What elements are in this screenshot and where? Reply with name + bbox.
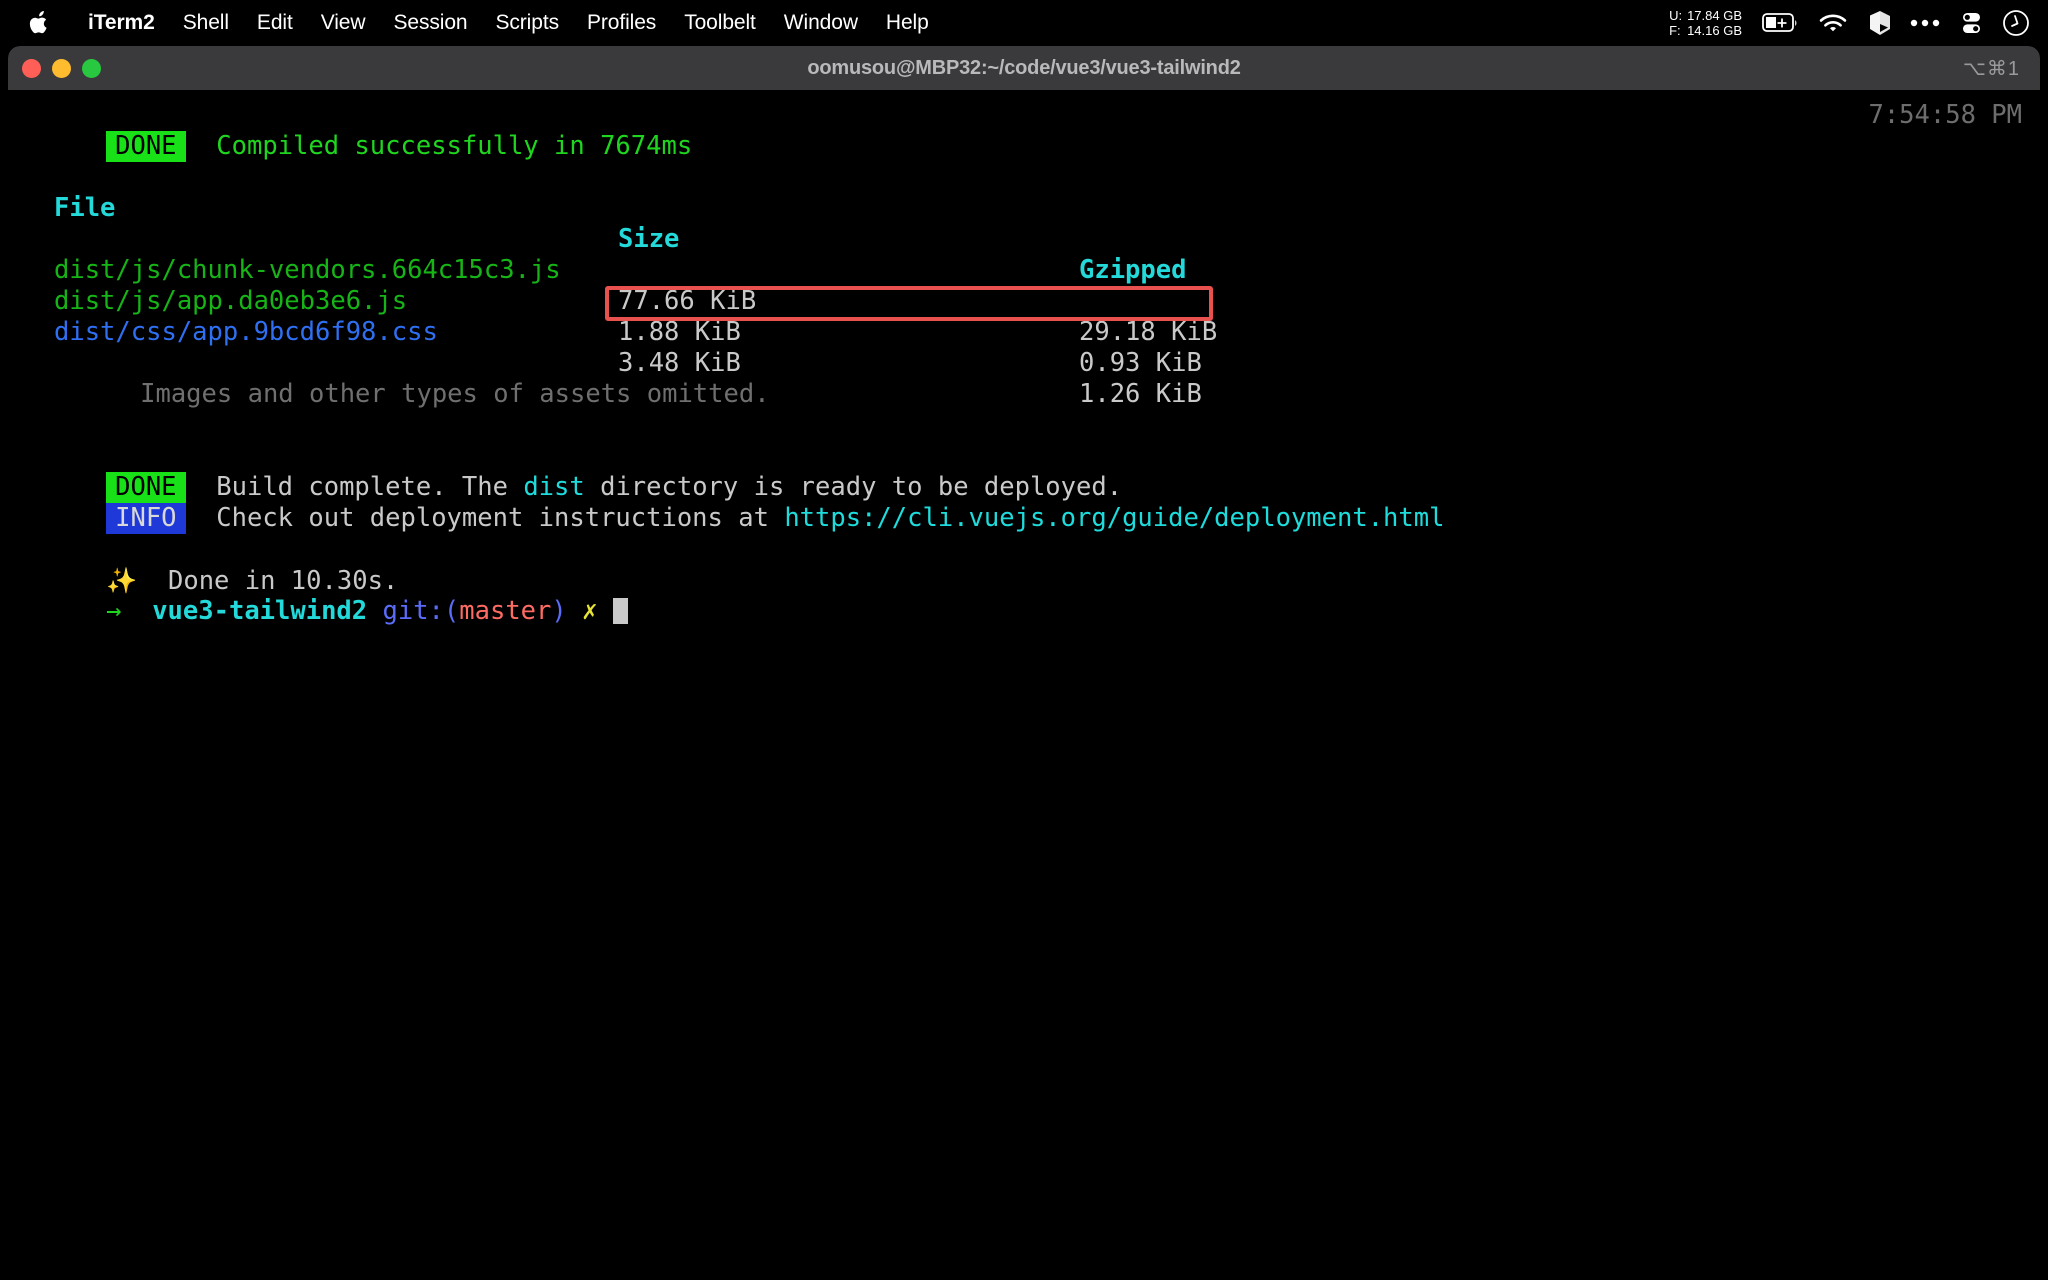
terminal-output-area[interactable]: 7:54:58 PM DONE Compiled successfully in… (8, 90, 2040, 1280)
text-cursor (612, 598, 628, 624)
yarn-done-line: ✨ Done in 10.30s. (8, 534, 2040, 596)
menu-item-help[interactable]: Help (872, 8, 943, 38)
menu-bar-items: iTerm2 Shell Edit View Session Scripts P… (26, 8, 943, 38)
menu-item-edit[interactable]: Edit (243, 8, 307, 38)
build-complete-line: DONE Build complete. The dist directory … (8, 441, 2040, 503)
menu-bar-status-area: U: 17.84 GB F: 14.16 GB (1669, 8, 2034, 38)
shell-prompt-line[interactable]: → vue3-tailwind2 git:(master) ✗ (8, 565, 2040, 626)
battery-charging-icon[interactable] (1762, 8, 1800, 38)
window-shortcut-hint: ⌥⌘1 (1962, 57, 2020, 80)
traffic-light-buttons (8, 58, 101, 78)
assets-table: File Size Gzipped dist/js/chunk-vendors.… (8, 162, 2040, 409)
menu-item-scripts[interactable]: Scripts (481, 8, 572, 38)
close-button[interactable] (22, 58, 41, 78)
menu-item-window[interactable]: Window (770, 8, 872, 38)
prompt-git-prefix: git:( (382, 596, 460, 626)
menu-item-view[interactable]: View (307, 8, 380, 38)
wifi-icon[interactable] (1818, 8, 1848, 38)
minimize-button[interactable] (52, 58, 71, 78)
menu-item-profiles[interactable]: Profiles (573, 8, 670, 38)
menu-item-toolbelt[interactable]: Toolbelt (670, 8, 770, 38)
dropbox-icon[interactable] (1866, 8, 1892, 38)
table-row: dist/js/chunk-vendors.664c15c3.js 77.66 … (14, 224, 2040, 347)
memory-usage-indicator[interactable]: U: 17.84 GB F: 14.16 GB (1669, 8, 1742, 38)
table-header-row: File Size Gzipped (14, 162, 2040, 285)
zoom-button[interactable] (82, 58, 101, 78)
table-row: dist/css/app.9bcd6f98.css 3.48 KiB 1.26 … (14, 286, 2040, 409)
menu-item-iterm2[interactable]: iTerm2 (74, 8, 169, 38)
annotation-highlight-box (605, 286, 1213, 321)
memory-used-value: 17.84 GB (1687, 8, 1742, 23)
compile-status-line: DONE Compiled successfully in 7674ms (8, 100, 2040, 162)
prompt-arrow-icon: → (106, 596, 122, 626)
prompt-git-suffix: ) (551, 596, 567, 626)
prompt-directory: vue3-tailwind2 (152, 596, 368, 626)
iterm2-window: oomusou@MBP32:~/code/vue3/vue3-tailwind2… (8, 46, 2040, 1280)
prompt-dirty-mark: ✗ (582, 596, 598, 626)
build-info-line: INFO Check out deployment instructions a… (8, 472, 2040, 534)
memory-free-value: 14.16 GB (1687, 23, 1742, 38)
macos-menu-bar: iTerm2 Shell Edit View Session Scripts P… (0, 0, 2048, 46)
prompt-git-branch: master (459, 596, 552, 626)
siri-icon[interactable] (2002, 8, 2030, 38)
memory-used-label: U: (1669, 8, 1683, 23)
assets-omitted-note: Images and other types of assets omitted… (8, 348, 2040, 409)
ellipsis-icon[interactable] (1910, 8, 1940, 38)
menu-item-shell[interactable]: Shell (169, 8, 243, 38)
table-row: dist/js/app.da0eb3e6.js 1.88 KiB 0.93 Ki… (14, 255, 2040, 378)
control-center-icon[interactable] (1958, 8, 1984, 38)
window-title: oomusou@MBP32:~/code/vue3/vue3-tailwind2 (807, 56, 1241, 79)
window-titlebar[interactable]: oomusou@MBP32:~/code/vue3/vue3-tailwind2… (8, 46, 2040, 90)
menu-item-session[interactable]: Session (379, 8, 481, 38)
apple-logo-icon[interactable] (26, 8, 52, 38)
memory-free-label: F: (1669, 23, 1681, 38)
